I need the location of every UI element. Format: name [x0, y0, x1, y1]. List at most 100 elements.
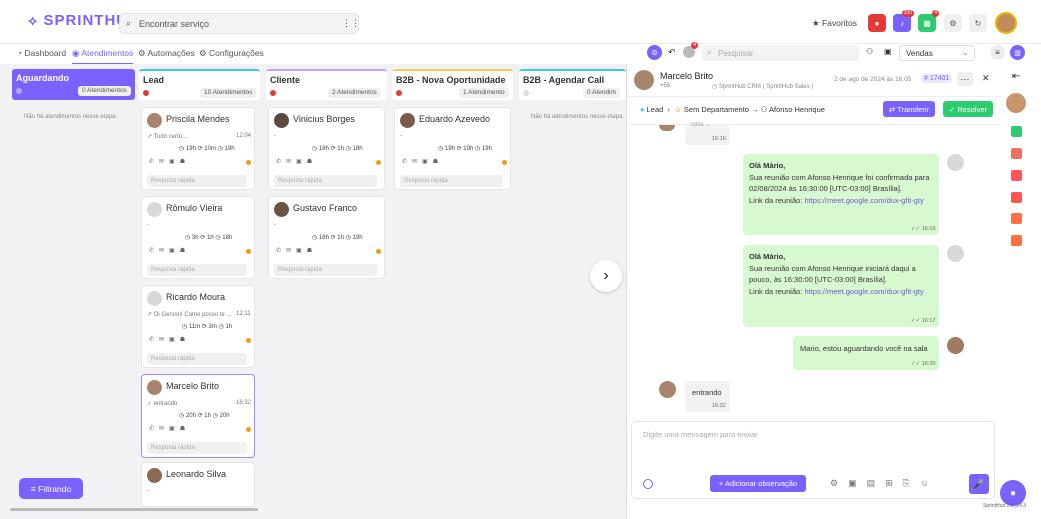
status-dot	[396, 90, 402, 96]
back-icon[interactable]: ↶	[668, 47, 676, 58]
add-note-button[interactable]: + Adicionar observação	[710, 475, 806, 492]
search-bar[interactable]: ⌕ Encontrar serviço ⋮⋮	[119, 13, 360, 34]
search-input[interactable]: Encontrar serviço	[139, 19, 209, 29]
message-avatar	[947, 337, 964, 354]
stats: ◷ 3h ⟳ 1h ◷ 18h	[185, 235, 233, 241]
status-dot	[143, 90, 149, 96]
transfer-button[interactable]: ⇄ Transferir	[883, 101, 935, 117]
search-icon: ⌕	[707, 48, 712, 57]
filter-button[interactable]: ≡ Filtrando	[19, 478, 83, 499]
whatsapp-icon[interactable]	[643, 479, 653, 489]
column-title: Aguardando	[16, 73, 69, 83]
card-romulo[interactable]: Rômulo Vieira - ◷ 3h ⟳ 1h ◷ 18h ✆ ✉ ▣ ☗ …	[141, 196, 255, 279]
gear-icon[interactable]: ⚙	[944, 14, 962, 32]
action-icons[interactable]: ✆ ✉ ▣ ☗	[149, 425, 185, 432]
close-icon[interactable]: ✕	[982, 73, 990, 84]
pipeline-select[interactable]: Vendas ⌄	[899, 45, 975, 61]
refresh-icon[interactable]: ↻	[969, 14, 987, 32]
quick-reply-input[interactable]: Resposta rápida	[274, 264, 377, 276]
bell-icon[interactable]: ♪ 330	[893, 10, 914, 32]
contact-name: Eduardo Azevedo	[419, 114, 491, 124]
nav-configuracoes[interactable]: ⚙ Configurações	[199, 48, 264, 59]
quick-reply-input[interactable]: Resposta rápida	[147, 264, 247, 276]
message-outgoing: Olá Mário, Sua reunião com Afonso Henriq…	[743, 245, 939, 327]
list-view-icon[interactable]: ≡	[990, 45, 1005, 60]
apps-icon[interactable]: ▦ 4	[918, 10, 939, 32]
sidebar-app-icon[interactable]	[1011, 192, 1022, 203]
card-marcelo[interactable]: Marcelo Brito ✓ entrando 16:32 ◷ 20h ⟳ 1…	[141, 374, 255, 458]
sidebar-app-icon[interactable]	[1011, 170, 1022, 181]
record-icon[interactable]: ●	[868, 14, 886, 32]
user-avatar[interactable]	[995, 12, 1017, 34]
sidebar-app-icon[interactable]	[1011, 213, 1022, 224]
column-empty-text: Não há atendimentos nesse etapa.	[531, 114, 625, 120]
scroll-right-button[interactable]: ›	[590, 260, 622, 292]
message-input[interactable]: Digite uma mensagem para enviar	[643, 430, 758, 439]
meeting-link[interactable]: https://meet.google.com/dux-gfit-gty	[804, 196, 923, 205]
nav-atendimentos[interactable]: ◉ Atendimentos	[72, 48, 134, 65]
quick-reply-input[interactable]: Resposta rápida	[147, 175, 247, 187]
gear-toggle-icon[interactable]: ⚙	[647, 45, 662, 60]
column-title: B2B - Agendar Call	[523, 75, 605, 85]
card-vinicius[interactable]: Vinicius Borges - ◷ 18h ⟳ 1h ◷ 18h ✆ ✉ ▣…	[268, 107, 385, 190]
stats: ◷ 18h ⟳ 1h ◷ 19h	[312, 235, 363, 241]
toolbar-search-input[interactable]: Pesquisar	[718, 49, 754, 58]
card-leonardo[interactable]: Leonardo Silva -	[141, 462, 255, 507]
preview-text: -	[274, 133, 276, 139]
action-icons[interactable]: ✆ ✉ ▣ ☗	[149, 247, 185, 254]
meeting-link[interactable]: https://meet.google.com/dux-gfit-gty	[804, 287, 923, 296]
column-count: 2 Atendimentos	[328, 88, 381, 98]
resolve-button[interactable]: ✓ Resolver	[943, 101, 993, 117]
nav-dashboard[interactable]: ◔ Dashboard	[17, 48, 66, 58]
action-icons[interactable]: ✆ ✉ ▣ ☗	[402, 158, 438, 165]
message-link-label: Link da reunião:	[749, 286, 803, 296]
message-outgoing: Olá Mário, Sua reunião com Afonso Henriq…	[743, 154, 939, 235]
message-incoming: entrando 16:32	[685, 381, 730, 412]
chat-source: ◷ SprintHub CRM ( SprintHub Sales )	[712, 84, 814, 90]
column-count: 0 Atendim	[583, 88, 620, 98]
card-eduardo[interactable]: Eduardo Azevedo - ◷ 19h ⟳ 19h ◷ 19h ✆ ✉ …	[394, 107, 511, 190]
agent-icon[interactable]: 4	[683, 42, 698, 58]
status-dot	[376, 160, 381, 165]
stats: ◷ 18h ⟳ 1h ◷ 18h	[312, 146, 363, 152]
action-icons[interactable]: ✆ ✉ ▣ ☗	[149, 336, 185, 343]
grid-icon[interactable]: ⋮⋮	[342, 18, 360, 29]
column-empty-text: Não há atendimentos nesse etapa.	[24, 114, 118, 120]
more-icon[interactable]: ⋯	[957, 72, 973, 86]
action-icons[interactable]: ✆ ✉ ▣ ☗	[276, 247, 312, 254]
preview-text: -	[274, 222, 276, 228]
card-priscila[interactable]: Priscila Mendes ↗ Tudo certo... 12:04 ◷ …	[141, 107, 255, 190]
contact-icon[interactable]: ▣	[884, 47, 892, 56]
card-ricardo[interactable]: Ricardo Moura ↗ Oi Gerson! Como posso te…	[141, 285, 255, 368]
quick-reply-input[interactable]: Resposta rápida	[147, 442, 247, 454]
nav-automacoes[interactable]: ⚙ Automações	[138, 48, 195, 59]
quick-reply-input[interactable]: Resposta rápida	[400, 175, 503, 187]
sidebar-app-icon[interactable]	[1011, 235, 1022, 246]
version-label: SprintHub 2.6_24.3	[983, 503, 1027, 509]
column-aguardando: Aguardando 0 Atendimentos	[12, 69, 135, 100]
quick-reply-input[interactable]: Resposta rápida	[274, 175, 377, 187]
mic-button[interactable]: 🎤	[969, 474, 989, 494]
kanban-view-icon[interactable]: ▥	[1010, 45, 1025, 60]
composer-tools[interactable]: ⚙▣▤⊞⎘☺	[830, 478, 939, 489]
message-time: 16:16	[712, 136, 726, 142]
filter-user-icon[interactable]: ⚇	[866, 47, 873, 56]
card-gustavo[interactable]: Gustavo Franco - ◷ 18h ⟳ 1h ◷ 19h ✆ ✉ ▣ …	[268, 196, 385, 279]
action-icons[interactable]: ✆ ✉ ▣ ☗	[149, 158, 185, 165]
column-count: 0 Atendimentos	[78, 86, 131, 96]
sidebar-app-icon[interactable]	[1011, 148, 1022, 159]
message-composer[interactable]: Digite uma mensagem para enviar	[631, 421, 995, 499]
action-icons[interactable]: ✆ ✉ ▣ ☗	[276, 158, 312, 165]
horizontal-scrollbar[interactable]	[10, 508, 258, 511]
avatar	[274, 113, 289, 128]
agent-avatar[interactable]	[1006, 93, 1026, 113]
column-title: B2B - Nova Oportunidade	[396, 75, 506, 85]
message-time: ✓✓ 16:17	[911, 318, 936, 324]
quick-reply-input[interactable]: Resposta rápida	[147, 353, 247, 365]
toolbar-search[interactable]: ⌕ Pesquisar	[702, 45, 859, 61]
collapse-icon[interactable]: ⇤	[1012, 71, 1020, 82]
avatar	[147, 113, 162, 128]
favorites-button[interactable]: ★ Favoritos	[812, 18, 857, 29]
pipeline-select-value: Vendas	[906, 49, 933, 58]
sidebar-app-icon[interactable]	[1011, 126, 1022, 137]
